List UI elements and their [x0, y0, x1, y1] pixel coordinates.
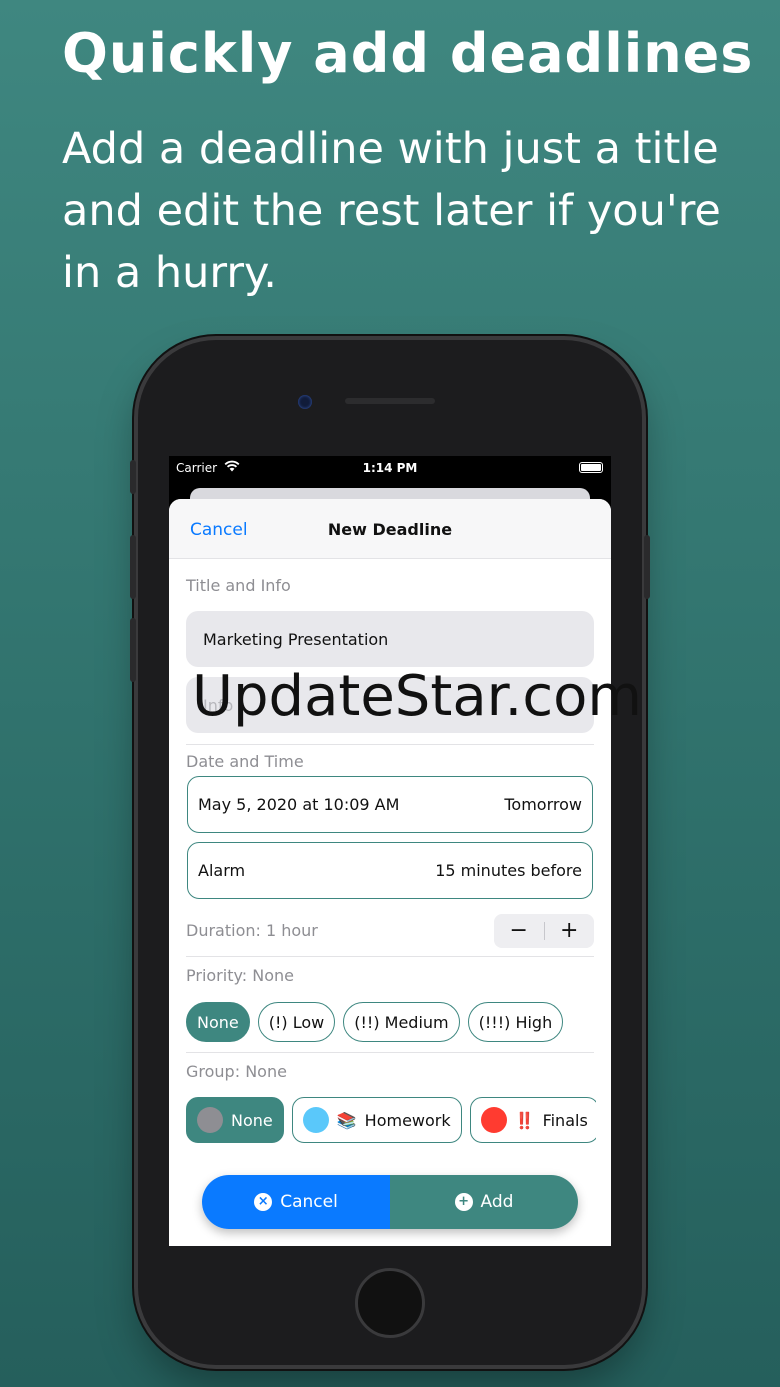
date-picker-row[interactable]: May 5, 2020 at 10:09 AM Tomorrow	[187, 776, 593, 833]
priority-low-chip[interactable]: (!) Low	[257, 1002, 336, 1042]
priority-medium-chip[interactable]: (!!) Medium	[343, 1002, 460, 1042]
group-label: Group: None	[186, 1062, 287, 1081]
books-emoji-icon: 📚	[336, 1110, 357, 1130]
plus-icon: +	[454, 1193, 473, 1211]
group-name: Homework	[364, 1110, 451, 1130]
promo-headline: Quickly add deadlines	[62, 22, 754, 85]
group-options: None 📚 Homework ‼️ Finals	[186, 1097, 596, 1143]
group-name: Finals	[542, 1110, 588, 1130]
watermark: UpdateStar.com	[192, 664, 642, 729]
title-field[interactable]: Marketing Presentation	[186, 611, 594, 667]
cancel-button[interactable]: × Cancel	[202, 1175, 390, 1229]
divider	[186, 1052, 594, 1053]
priority-options: None (!) Low (!!) Medium (!!!) High	[186, 1002, 564, 1042]
title-info-label: Title and Info	[186, 576, 291, 595]
add-label: Add	[480, 1192, 514, 1212]
front-camera	[298, 395, 312, 409]
plus-button[interactable]: +	[545, 914, 595, 948]
group-none-chip[interactable]: None	[186, 1097, 284, 1143]
alarm-row[interactable]: Alarm 15 minutes before	[187, 842, 593, 899]
close-icon: ×	[254, 1193, 273, 1211]
promo-subhead: Add a deadline with just a title and edi…	[62, 124, 721, 298]
priority-none-chip[interactable]: None	[186, 1002, 250, 1042]
phone-frame: Carrier 1:14 PM Cancel New Deadline Titl…	[130, 340, 650, 1365]
minus-button[interactable]: −	[494, 914, 544, 948]
group-name: None	[231, 1110, 273, 1130]
divider	[186, 956, 594, 957]
nav-bar: Cancel New Deadline	[169, 499, 611, 559]
cancel-label: Cancel	[280, 1192, 338, 1212]
home-button[interactable]	[355, 1268, 425, 1338]
status-time: 1:14 PM	[362, 461, 418, 475]
priority-label: Priority: None	[186, 966, 294, 985]
alarm-label: Alarm	[198, 861, 246, 880]
earpiece-speaker	[345, 398, 435, 404]
alarm-value: 15 minutes before	[435, 861, 582, 880]
divider	[186, 744, 594, 745]
group-finals-chip[interactable]: ‼️ Finals	[469, 1097, 596, 1143]
priority-high-chip[interactable]: (!!!) High	[467, 1002, 564, 1042]
mute-switch	[130, 460, 136, 494]
exclamation-emoji-icon: ‼️	[514, 1110, 535, 1130]
group-color-dot	[480, 1107, 507, 1133]
phone-screen: Carrier 1:14 PM Cancel New Deadline Titl…	[169, 456, 611, 1246]
duration-label: Duration: 1 hour	[186, 921, 318, 940]
new-deadline-sheet: Cancel New Deadline Title and Info Marke…	[169, 499, 611, 1246]
date-time-label: Date and Time	[186, 752, 304, 771]
status-bar: Carrier 1:14 PM	[169, 456, 611, 480]
volume-up-button	[130, 535, 136, 599]
group-homework-chip[interactable]: 📚 Homework	[291, 1097, 462, 1143]
volume-down-button	[130, 618, 136, 682]
date-value: May 5, 2020 at 10:09 AM	[198, 795, 400, 814]
group-color-dot	[197, 1107, 223, 1133]
battery-icon	[579, 462, 603, 473]
nav-title: New Deadline	[327, 520, 453, 539]
group-color-dot	[302, 1107, 329, 1133]
duration-stepper[interactable]: − +	[494, 914, 594, 948]
action-bar: × Cancel + Add	[202, 1175, 578, 1229]
add-button[interactable]: + Add	[390, 1175, 578, 1229]
power-button	[644, 535, 650, 599]
date-relative: Tomorrow	[504, 795, 582, 814]
